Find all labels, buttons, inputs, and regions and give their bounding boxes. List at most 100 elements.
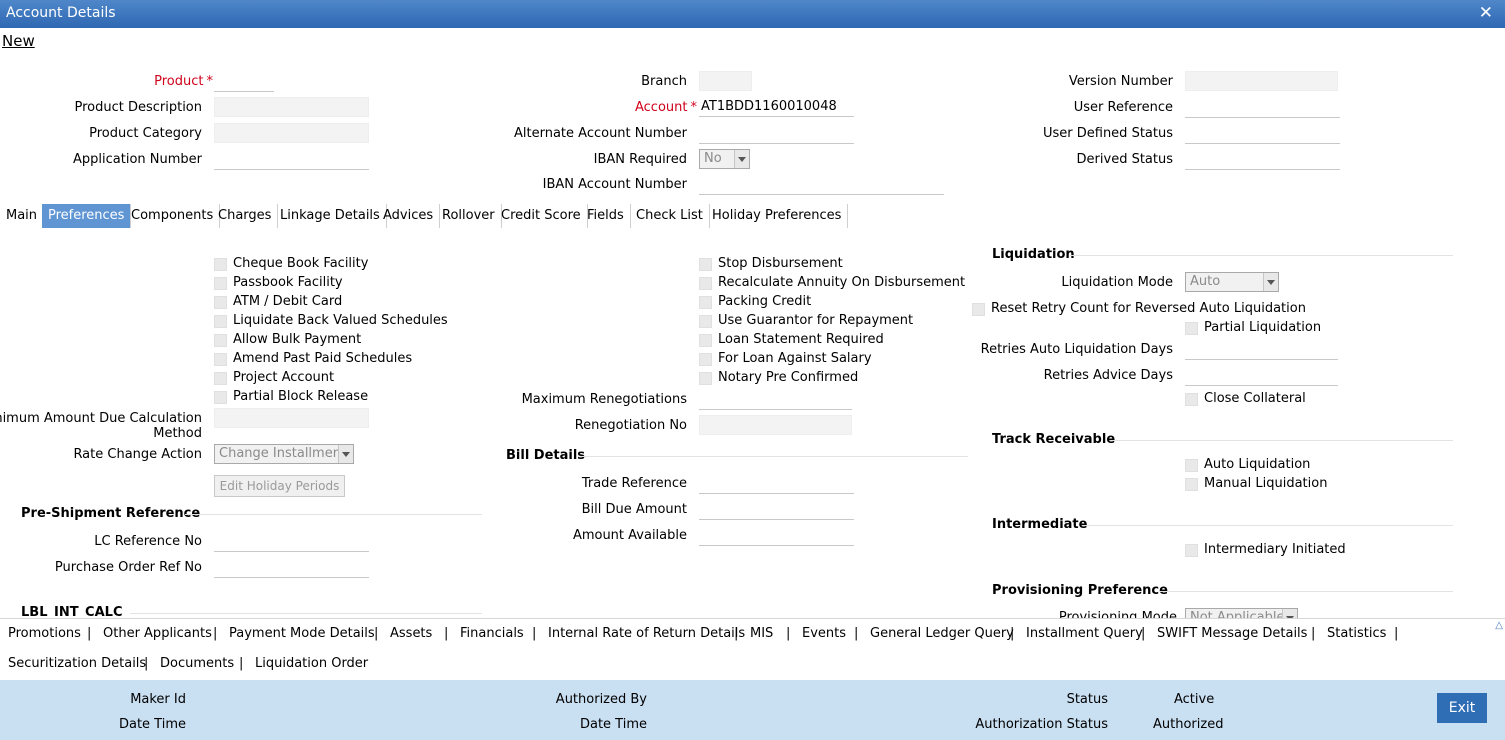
- notary-pre-confirmed-checkbox[interactable]: [699, 372, 712, 385]
- reset-retry-checkbox[interactable]: [972, 303, 985, 316]
- manual-liquidation-checkbox[interactable]: [1185, 478, 1198, 491]
- lc-reference-label: LC Reference No: [94, 534, 202, 549]
- amount-available-field[interactable]: [699, 526, 854, 546]
- provisioning-mode-select[interactable]: Not Applicable: [1185, 608, 1298, 618]
- tab-holiday-preferences[interactable]: Holiday Preferences: [706, 204, 849, 228]
- notary-pre-confirmed-label: Notary Pre Confirmed: [718, 370, 859, 385]
- tab-check-list[interactable]: Check List: [630, 204, 710, 228]
- chevron-down-icon: [1263, 273, 1278, 291]
- scroll-up-icon[interactable]: △: [1495, 620, 1503, 631]
- link-separator: |: [1394, 626, 1399, 641]
- retries-auto-field[interactable]: [1185, 340, 1338, 360]
- iban-account-field[interactable]: [699, 175, 944, 195]
- link-separator: |: [1141, 626, 1146, 641]
- cheque-book-checkbox[interactable]: [214, 258, 227, 271]
- partial-liquidation-label: Partial Liquidation: [1204, 320, 1322, 335]
- application-number-field[interactable]: [214, 150, 369, 170]
- edit-holiday-periods-button[interactable]: Edit Holiday Periods: [214, 475, 345, 497]
- tab-main[interactable]: Main: [0, 204, 45, 228]
- link-installment-query[interactable]: Installment Query: [1026, 626, 1143, 641]
- amend-past-paid-label: Amend Past Paid Schedules: [233, 351, 413, 366]
- link-irr-details[interactable]: Internal Rate of Return Details: [548, 626, 745, 641]
- close-icon[interactable]: ✕: [1479, 3, 1493, 23]
- chevron-down-icon: [1282, 609, 1297, 618]
- tab-fields[interactable]: Fields: [581, 204, 631, 228]
- partial-liquidation-checkbox[interactable]: [1185, 322, 1198, 335]
- lc-reference-field[interactable]: [214, 532, 369, 552]
- auto-liquidation-checkbox[interactable]: [1185, 459, 1198, 472]
- auto-liquidation-label: Auto Liquidation: [1204, 457, 1311, 472]
- tab-components[interactable]: Components: [125, 204, 221, 228]
- maker-date-time-label: Date Time: [118, 717, 186, 732]
- allow-bulk-payment-checkbox[interactable]: [214, 334, 227, 347]
- product-category-field: [214, 123, 369, 143]
- derived-status-field[interactable]: [1185, 150, 1340, 170]
- product-field[interactable]: [214, 72, 274, 92]
- link-assets[interactable]: Assets: [390, 626, 432, 641]
- liquidate-back-valued-checkbox[interactable]: [214, 315, 227, 328]
- tab-advices[interactable]: Advices: [377, 204, 441, 228]
- chevron-down-icon: [734, 150, 749, 168]
- link-payment-mode-details[interactable]: Payment Mode Details: [229, 626, 375, 641]
- passbook-checkbox[interactable]: [214, 277, 227, 290]
- close-collateral-label: Close Collateral: [1204, 391, 1306, 406]
- version-number-field: [1185, 71, 1338, 91]
- link-mis[interactable]: MIS: [750, 626, 773, 641]
- trade-reference-field[interactable]: [699, 474, 854, 494]
- tab-rollover[interactable]: Rollover: [436, 204, 502, 228]
- user-reference-label: User Reference: [1073, 100, 1173, 115]
- intermediary-initiated-checkbox[interactable]: [1185, 544, 1198, 557]
- link-documents[interactable]: Documents: [160, 656, 234, 671]
- stop-disbursement-label: Stop Disbursement: [718, 256, 843, 271]
- authorization-status-value: Authorized: [1153, 717, 1224, 732]
- liquidation-mode-select[interactable]: Auto: [1185, 272, 1279, 292]
- link-financials[interactable]: Financials: [460, 626, 524, 641]
- tab-credit-score[interactable]: Credit Score: [495, 204, 588, 228]
- status-value: Active: [1174, 692, 1215, 707]
- tab-preferences[interactable]: Preferences: [42, 204, 132, 228]
- alternate-account-field[interactable]: [699, 124, 854, 144]
- user-defined-status-label: User Defined Status: [1042, 126, 1173, 141]
- bill-due-amount-field[interactable]: [699, 500, 854, 520]
- use-guarantor-checkbox[interactable]: [699, 315, 712, 328]
- amend-past-paid-checkbox[interactable]: [214, 353, 227, 366]
- user-defined-status-field[interactable]: [1185, 124, 1340, 144]
- application-number-label: Application Number: [73, 152, 202, 167]
- trade-reference-label: Trade Reference: [581, 476, 687, 491]
- user-reference-field[interactable]: [1185, 98, 1340, 118]
- purchase-order-field[interactable]: [214, 558, 369, 578]
- tab-linkage-details[interactable]: Linkage Details: [274, 204, 387, 228]
- exit-button[interactable]: Exit: [1437, 693, 1487, 723]
- retries-advice-field[interactable]: [1185, 366, 1338, 386]
- provisioning-mode-label: Provisioning Mode: [1058, 610, 1177, 618]
- link-statistics[interactable]: Statistics: [1327, 626, 1386, 641]
- link-events[interactable]: Events: [802, 626, 846, 641]
- link-promotions[interactable]: Promotions: [8, 626, 81, 641]
- window-title: Account Details: [6, 5, 116, 21]
- project-account-checkbox[interactable]: [214, 372, 227, 385]
- link-other-applicants[interactable]: Other Applicants: [103, 626, 212, 641]
- track-receivable-title: Track Receivable: [992, 432, 1116, 447]
- recalculate-annuity-checkbox[interactable]: [699, 277, 712, 290]
- link-securitization-details[interactable]: Securitization Details: [8, 656, 146, 671]
- loan-against-salary-checkbox[interactable]: [699, 353, 712, 366]
- lbl-int-calc-title: LBL_INT_CALC: [21, 605, 123, 617]
- link-swift-message-details[interactable]: SWIFT Message Details: [1157, 626, 1307, 641]
- tab-charges[interactable]: Charges: [212, 204, 279, 228]
- account-field[interactable]: AT1BDD1160010048: [699, 97, 854, 117]
- link-liquidation-order[interactable]: Liquidation Order: [255, 656, 368, 671]
- rate-change-select[interactable]: Change Installment: [214, 444, 354, 464]
- max-renegotiations-field[interactable]: [699, 390, 852, 410]
- link-gl-query[interactable]: General Ledger Query: [870, 626, 1014, 641]
- partial-block-release-checkbox[interactable]: [214, 391, 227, 404]
- intermediary-initiated-label: Intermediary Initiated: [1204, 542, 1346, 557]
- packing-credit-checkbox[interactable]: [699, 296, 712, 309]
- stop-disbursement-checkbox[interactable]: [699, 258, 712, 271]
- iban-required-select[interactable]: No: [699, 149, 750, 169]
- allow-bulk-payment-label: Allow Bulk Payment: [233, 332, 362, 347]
- new-link[interactable]: New: [2, 32, 35, 50]
- loan-statement-checkbox[interactable]: [699, 334, 712, 347]
- atm-debit-card-checkbox[interactable]: [214, 296, 227, 309]
- close-collateral-checkbox[interactable]: [1185, 393, 1198, 406]
- iban-required-label: IBAN Required: [593, 152, 687, 167]
